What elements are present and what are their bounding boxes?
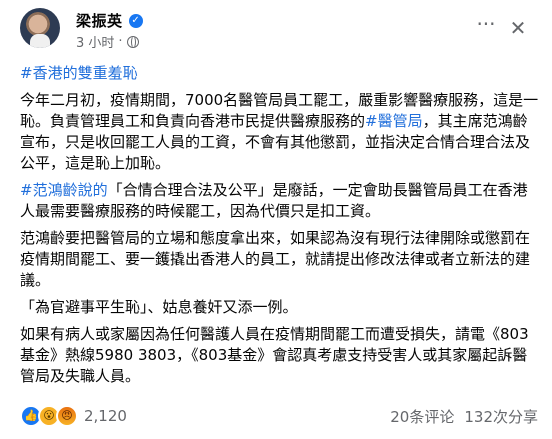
shares-count[interactable]: 132次分享 xyxy=(464,406,538,427)
comments-count[interactable]: 20条评论 xyxy=(390,406,454,427)
angry-icon: 😠 xyxy=(56,405,78,427)
author-name[interactable]: 梁振英 xyxy=(76,10,123,31)
post-paragraph: 「為官避事平生恥」、姑息養奸又添一例。 xyxy=(20,297,540,318)
post-paragraph: 如果有病人或家屬因為任何醫護人員在疫情期間罷工而遭受損失，請電《803基金》熱線… xyxy=(20,324,540,387)
post-paragraph: #香港的雙重羞恥 xyxy=(20,63,540,84)
author-avatar[interactable] xyxy=(20,8,60,48)
verified-badge-icon: ✓ xyxy=(128,13,143,28)
globe-icon xyxy=(126,35,139,48)
post-text: 如果有病人或家屬因為任何醫護人員在疫情期間罷工而遭受損失，請電《803基金》熱線… xyxy=(20,325,529,385)
post-content: #香港的雙重羞恥今年二月初，疫情期間，7000名醫管局員工罷工，嚴重影響醫療服務… xyxy=(20,63,540,393)
post-paragraph: 今年二月初，疫情期間，7000名醫管局員工罷工，嚴重影響醫療服務，這是一恥。負責… xyxy=(20,90,540,174)
facebook-post: 梁振英 ✓ 3 小时 · ··· ✕ #香港的雙重羞恥今年二月初，疫情期間，70… xyxy=(0,0,552,439)
hashtag-link[interactable]: #范鴻齡說的 xyxy=(20,181,108,199)
reaction-count: 2,120 xyxy=(84,407,127,425)
close-icon[interactable]: ✕ xyxy=(504,14,532,42)
author-name-row: 梁振英 ✓ xyxy=(76,10,143,31)
post-meta: 3 小时 · xyxy=(76,32,139,51)
post-paragraph: 范鴻齡要把醫管局的立場和態度拿出來，如果認為沒有現行法律開除或懲罰在疫情期間罷工… xyxy=(20,228,540,291)
reactions-summary[interactable]: 👍 😮 😠 2,120 xyxy=(20,405,127,427)
separator-dot: · xyxy=(118,34,123,49)
post-time[interactable]: 3 小时 xyxy=(76,32,114,51)
post-footer: 👍 😮 😠 2,120 20条评论 132次分享 xyxy=(20,402,538,430)
hashtag-link[interactable]: #香港的雙重羞恥 xyxy=(20,64,138,82)
post-text: 范鴻齡要把醫管局的立場和態度拿出來，如果認為沒有現行法律開除或懲罰在疫情期間罷工… xyxy=(20,229,531,289)
post-header: 梁振英 ✓ 3 小时 · ··· ✕ xyxy=(20,8,532,58)
more-options-button[interactable]: ··· xyxy=(472,14,500,42)
hashtag-link[interactable]: #醫管局 xyxy=(365,112,423,130)
post-text: 「為官避事平生恥」、姑息養奸又添一例。 xyxy=(20,298,298,316)
engagement-counts: 20条评论 132次分享 xyxy=(390,406,538,427)
post-paragraph: #范鴻齡說的「合情合理合法及公平」是廢話，一定會助長醫管局員工在香港人最需要醫療… xyxy=(20,180,540,222)
